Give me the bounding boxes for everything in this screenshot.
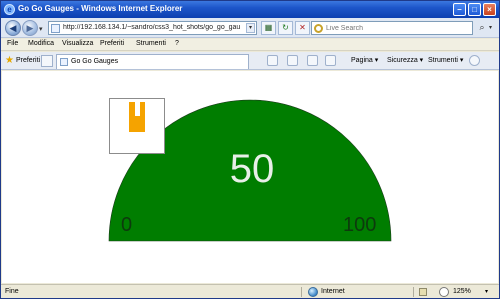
window-controls: – □ × <box>453 3 496 16</box>
maximize-button[interactable]: □ <box>468 3 481 16</box>
feeds-icon[interactable] <box>287 55 298 66</box>
back-button[interactable]: ◀ <box>5 20 21 36</box>
status-divider <box>301 287 302 297</box>
print-icon[interactable] <box>325 55 336 66</box>
live-search-icon <box>314 24 323 33</box>
menu-help[interactable]: ? <box>175 40 179 47</box>
search-icon[interactable]: ⌕ <box>476 21 488 35</box>
read-mail-icon[interactable] <box>307 55 318 66</box>
address-field[interactable]: http://192.168.134.1/~sandro/css3_hot_sh… <box>48 21 257 35</box>
gauge-max-label: 100 <box>343 214 377 236</box>
status-text: Fine <box>5 288 19 295</box>
zoom-dropdown[interactable]: ▾ <box>485 288 488 295</box>
add-to-favorites-icon[interactable] <box>41 55 53 67</box>
forward-button[interactable]: ▶ <box>22 20 38 36</box>
safety-menu[interactable]: Sicurezza ▾ <box>387 56 423 64</box>
internet-zone-icon <box>308 287 318 297</box>
compatibility-view-button[interactable]: ▦ <box>261 21 276 35</box>
search-box[interactable] <box>311 21 473 35</box>
address-dropdown-button[interactable]: ▾ <box>246 23 255 33</box>
protected-mode-icon <box>419 288 427 296</box>
refresh-button[interactable]: ↻ <box>278 21 293 35</box>
tools-menu[interactable]: Strumenti ▾ <box>428 56 463 64</box>
menu-strumenti[interactable]: Strumenti <box>136 40 166 47</box>
gauge-min-label: 0 <box>121 214 133 236</box>
page-icon <box>51 24 60 33</box>
browser-window: e Go Go Gauges - Windows Internet Explor… <box>0 0 500 299</box>
menu-preferiti[interactable]: Preferiti <box>100 40 124 47</box>
page-icon <box>60 58 68 66</box>
favorites-label: Preferiti <box>15 57 41 64</box>
gauge-value: 50 <box>229 147 275 191</box>
minimize-button[interactable]: – <box>453 3 466 16</box>
status-divider <box>413 287 414 297</box>
favorites-button[interactable]: ★ Preferiti <box>5 55 40 67</box>
window-title: Go Go Gauges - Windows Internet Explorer <box>18 4 183 13</box>
stop-button[interactable]: ✕ <box>295 21 310 35</box>
menu-bar: File Modifica Visualizza Preferiti Strum… <box>1 39 499 51</box>
favorites-star-icon: ★ <box>5 55 14 66</box>
search-options-dropdown[interactable]: ▾ <box>489 21 497 35</box>
tab-go-go-gauges[interactable]: Go Go Gauges <box>56 54 249 69</box>
page-menu[interactable]: Pagina ▾ <box>351 56 378 64</box>
favorites-and-tabs-bar: ★ Preferiti Go Go Gauges Pagina ▾ Sicurez… <box>1 52 499 70</box>
address-url[interactable]: http://192.168.134.1/~sandro/css3_hot_sh… <box>63 24 243 31</box>
menu-modifica[interactable]: Modifica <box>28 40 54 47</box>
zoom-icon[interactable] <box>439 287 449 297</box>
status-bar: Fine Internet 125% ▾ <box>1 284 499 298</box>
gauge-needle-gap <box>135 102 140 116</box>
address-toolbar: ◀ ▶ ▾ http://192.168.134.1/~sandro/css3_… <box>1 18 499 38</box>
gauge-needle-box <box>109 98 165 154</box>
security-zone[interactable]: Internet <box>321 288 345 295</box>
page-content: 50 0 100 <box>2 71 498 283</box>
menu-file[interactable]: File <box>7 40 18 47</box>
close-button[interactable]: × <box>483 3 496 16</box>
internet-explorer-icon: e <box>4 4 15 15</box>
search-input[interactable] <box>326 23 466 33</box>
home-icon[interactable] <box>267 55 278 66</box>
menu-visualizza[interactable]: Visualizza <box>62 40 93 47</box>
title-bar: e Go Go Gauges - Windows Internet Explor… <box>1 1 499 18</box>
help-icon[interactable] <box>469 55 480 66</box>
recent-pages-dropdown[interactable]: ▾ <box>39 25 43 33</box>
tab-label: Go Go Gauges <box>71 58 119 65</box>
zoom-level[interactable]: 125% <box>453 288 471 295</box>
